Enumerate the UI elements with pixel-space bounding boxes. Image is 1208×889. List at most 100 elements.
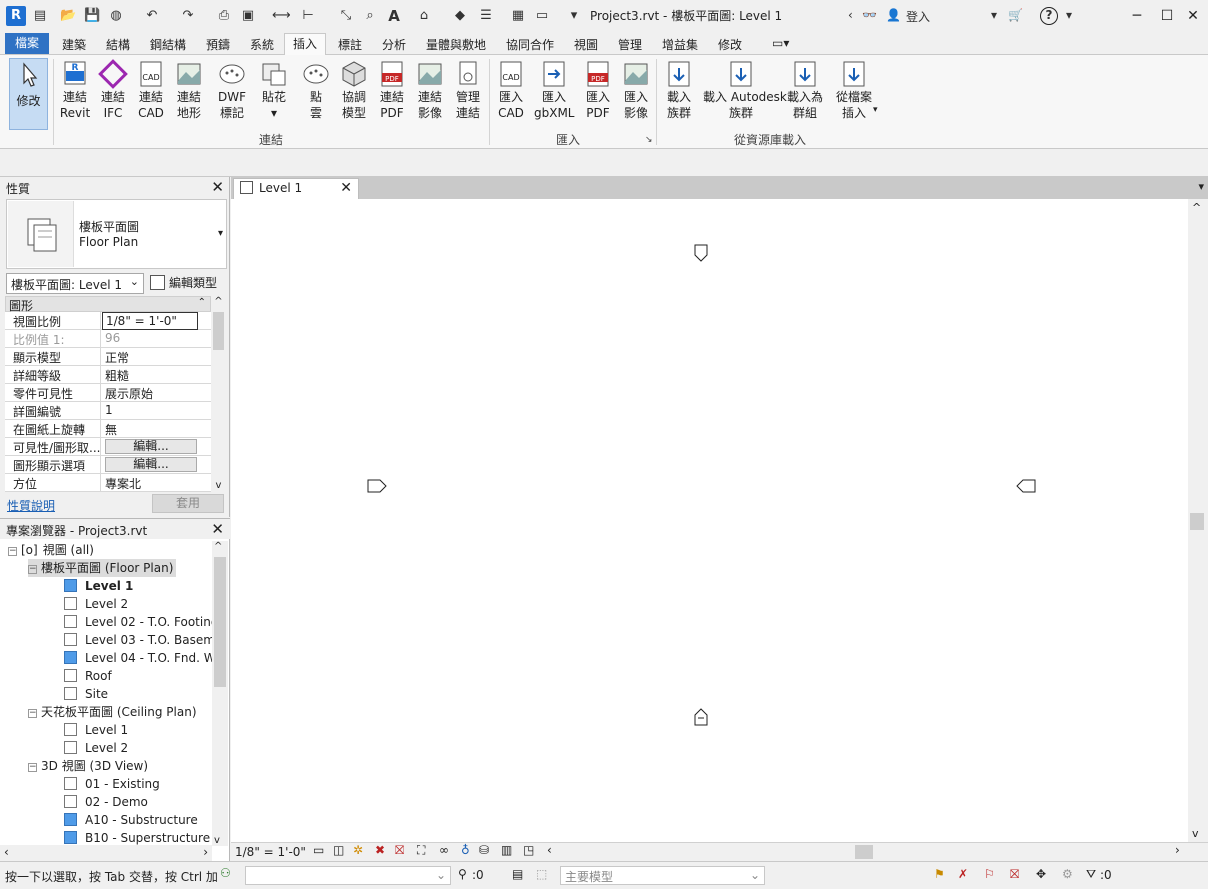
canvas-vertical-scrollbar[interactable]: ^ v xyxy=(1188,199,1208,842)
import-image-button[interactable]: 匯入 影像 xyxy=(616,59,656,131)
browser-group-item[interactable]: − 樓板平面圖 (Floor Plan) xyxy=(28,559,177,577)
editing-requests-icon[interactable]: ⚲ xyxy=(458,867,467,881)
property-row[interactable]: 可見性/圖形取... 編輯... xyxy=(5,438,211,456)
select-by-face-icon[interactable]: ⛝ xyxy=(1010,867,1019,882)
switch-windows-icon[interactable]: ▭ xyxy=(534,8,550,24)
design-options-icon[interactable]: ▤ xyxy=(512,867,523,881)
browser-scroll-up-icon[interactable]: ^ xyxy=(214,541,222,552)
browser-view-item[interactable]: 02 - Demo xyxy=(64,793,148,811)
insert-from-file-button[interactable]: 從檔案 插入 xyxy=(834,59,874,131)
view-tabs-menu-icon[interactable]: ▾ xyxy=(1198,180,1204,193)
select-links-icon[interactable]: ⚑ xyxy=(934,867,945,881)
property-value[interactable]: 無 xyxy=(102,420,198,438)
canvas-h-scroll-thumb[interactable] xyxy=(855,845,873,859)
property-row[interactable]: 比例值 1: 96 xyxy=(5,330,211,348)
import-settings-icon[interactable]: ↘ xyxy=(645,135,653,145)
maximize-icon[interactable]: ☐ xyxy=(1154,4,1180,28)
browser-group-item[interactable]: − 天花板平面圖 (Ceiling Plan) xyxy=(28,703,197,721)
tab-precast[interactable]: 預鑄 xyxy=(204,36,232,53)
manage-links-button[interactable]: 管理 連結 xyxy=(448,59,488,131)
import-pdf-button[interactable]: PDF 匯入 PDF xyxy=(578,59,618,131)
collapse-icon[interactable]: ⌃ xyxy=(198,297,206,308)
browser-view-item[interactable]: Level 02 - T.O. Footing xyxy=(64,613,212,631)
coordination-model-button[interactable]: 協調 模型 xyxy=(334,59,374,131)
binoculars-icon[interactable]: 👓 xyxy=(862,8,877,22)
drag-elements-icon[interactable]: ✥ xyxy=(1036,867,1046,881)
properties-scrollbar[interactable]: ^ v xyxy=(211,296,226,491)
help-icon[interactable]: ? xyxy=(1040,7,1058,25)
decal-button[interactable]: 貼花 ▾ xyxy=(254,59,294,131)
load-autodesk-family-button[interactable]: 載入 Autodesk 族群 xyxy=(703,59,787,131)
import-gbxml-button[interactable]: 匯入 gbXML xyxy=(534,59,575,131)
browser-view-item[interactable]: B10 - Superstructure xyxy=(64,829,210,846)
properties-help-link[interactable]: 性質說明 xyxy=(7,497,55,514)
property-value[interactable]: 正常 xyxy=(102,348,198,366)
link-cad-button[interactable]: CAD 連結 CAD xyxy=(131,59,171,131)
view-scale[interactable]: 1/8" = 1'-0" xyxy=(235,845,306,859)
edit-type-button[interactable]: 編輯類型 xyxy=(150,274,217,291)
ribbon-display-toggle-icon[interactable]: ▭▾ xyxy=(770,36,791,50)
tab-level-1-view[interactable]: Level 1 ✕ xyxy=(233,178,359,199)
exclude-options-icon[interactable]: ⬚ xyxy=(536,867,547,881)
tab-analyze[interactable]: 分析 xyxy=(380,36,408,53)
collapse-toggle-icon[interactable]: − xyxy=(28,709,37,718)
temporary-hide-icon[interactable]: ♁ xyxy=(461,843,470,857)
link-ifc-button[interactable]: 連結 IFC xyxy=(93,59,133,131)
tab-massing-site[interactable]: 量體與敷地 xyxy=(424,36,488,53)
elevation-marker-east[interactable] xyxy=(1016,479,1036,493)
property-value[interactable]: 1 xyxy=(102,402,198,420)
property-value[interactable]: 1/8" = 1'-0" xyxy=(102,312,198,330)
save-icon[interactable]: 💾 xyxy=(84,8,100,24)
background-processes-icon[interactable]: ⚙ xyxy=(1062,867,1073,881)
workset-icon[interactable]: ⚇ xyxy=(220,866,231,880)
thin-lines-icon[interactable]: ☰ xyxy=(478,8,494,24)
property-row[interactable]: 視圖比例 1/8" = 1'-0" xyxy=(5,312,211,330)
elevation-marker-north[interactable] xyxy=(694,244,708,262)
dwf-markup-button[interactable]: DWF 標記 xyxy=(212,59,252,131)
property-row[interactable]: 方位 專案北 xyxy=(5,474,211,492)
3d-view-icon[interactable]: ⌂ xyxy=(416,8,432,24)
tab-file[interactable]: 檔案 xyxy=(5,33,49,54)
property-edit-button[interactable]: 編輯... xyxy=(105,439,197,454)
browser-view-item[interactable]: Level 1 xyxy=(64,577,133,595)
point-cloud-button[interactable]: 點雲 xyxy=(296,59,336,131)
browser-view-item[interactable]: Level 04 - T.O. Fnd. Wa xyxy=(64,649,212,667)
elevation-marker-west[interactable] xyxy=(367,479,387,493)
browser-view-item[interactable]: Site xyxy=(64,685,108,703)
link-topography-button[interactable]: 連結 地形 xyxy=(169,59,209,131)
analytical-model-icon[interactable]: ◳ xyxy=(523,843,534,857)
property-value[interactable]: 粗糙 xyxy=(102,366,198,384)
section-icon[interactable]: ◆ xyxy=(452,8,468,24)
browser-scroll-down-icon[interactable]: v xyxy=(214,835,220,846)
show-crop-region-icon[interactable]: ⛶ xyxy=(417,843,425,858)
property-row[interactable]: 詳圖編號 1 xyxy=(5,402,211,420)
print-icon[interactable]: ⎙ xyxy=(216,8,232,24)
browser-scroll-right-icon[interactable]: › xyxy=(203,845,208,859)
modify-button[interactable]: 修改 xyxy=(9,58,48,130)
tab-systems[interactable]: 系統 xyxy=(248,36,276,53)
revit-app-icon[interactable]: R xyxy=(6,6,26,26)
sign-in-dropdown-icon[interactable]: ▾ xyxy=(991,8,997,22)
spot-elevation-icon[interactable]: ⤡ xyxy=(338,8,354,24)
property-edit-button[interactable]: 編輯... xyxy=(105,457,197,472)
browser-scroll-thumb[interactable] xyxy=(214,557,226,687)
browser-view-item[interactable]: Level 2 xyxy=(64,739,128,757)
drawing-canvas[interactable] xyxy=(231,199,1188,842)
view-tab-close-icon[interactable]: ✕ xyxy=(340,180,352,196)
undo-icon[interactable]: ↶ xyxy=(144,8,160,24)
close-hidden-windows-icon[interactable]: ▦ xyxy=(510,8,526,24)
measure-icon[interactable]: ⟷ xyxy=(272,8,291,24)
browser-view-item[interactable]: Level 03 - T.O. Baseme xyxy=(64,631,212,649)
browser-view-item[interactable]: A10 - Substructure xyxy=(64,811,198,829)
temporary-view-properties-icon[interactable]: ▥ xyxy=(501,843,512,857)
tab-architecture[interactable]: 建築 xyxy=(60,36,88,53)
browser-view-item[interactable]: Level 2 xyxy=(64,595,128,613)
sign-in-link[interactable]: 登入 xyxy=(906,8,930,25)
reveal-hidden-icon[interactable]: ⛁ xyxy=(479,843,489,857)
elevation-marker-south[interactable] xyxy=(694,708,708,726)
load-family-button[interactable]: 載入 族群 xyxy=(659,59,699,131)
tab-collaborate[interactable]: 協同合作 xyxy=(504,36,556,53)
browser-view-item[interactable]: 01 - Existing xyxy=(64,775,160,793)
tab-view[interactable]: 視圖 xyxy=(572,36,600,53)
collapse-toggle-icon[interactable]: − xyxy=(28,763,37,772)
